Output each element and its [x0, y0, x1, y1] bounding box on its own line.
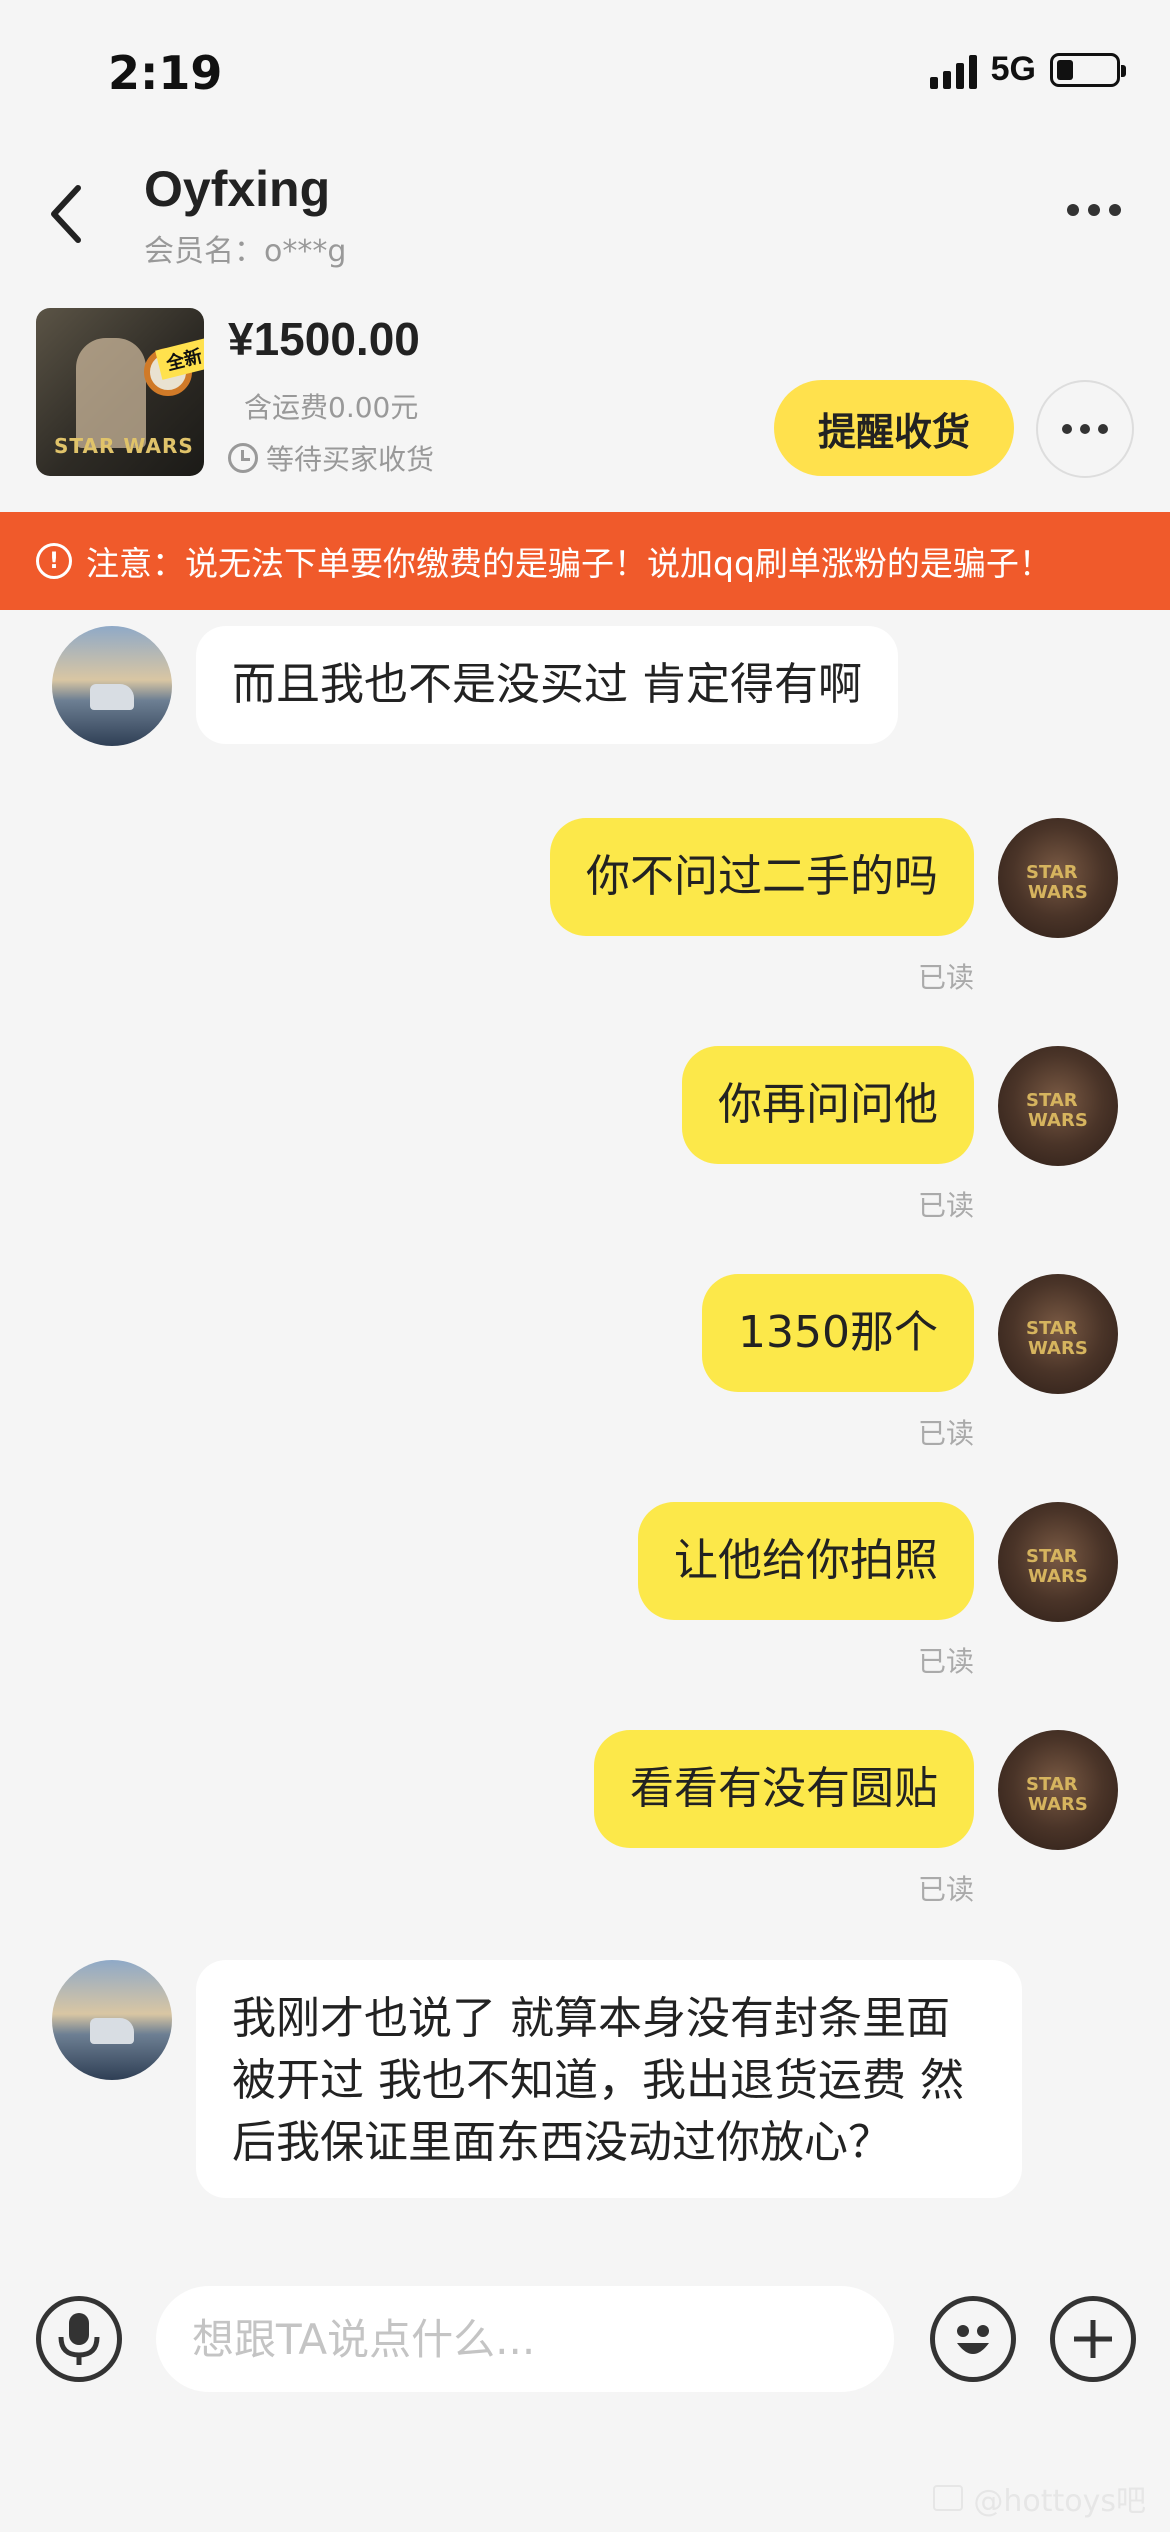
- watermark-icon: [933, 2485, 964, 2511]
- back-button[interactable]: [36, 174, 96, 254]
- alert-circle-icon: !: [36, 543, 72, 579]
- signal-icon: [929, 51, 977, 89]
- avatar-self[interactable]: [998, 1502, 1118, 1622]
- message-bubble-received[interactable]: 我刚才也说了 就算本身没有封条里面被开过 我也不知道，我出退货运费 然后我保证里…: [196, 1960, 1022, 2198]
- message-input[interactable]: [156, 2286, 894, 2392]
- shipping-fee: 含运费0.00元: [244, 391, 419, 424]
- voice-button[interactable]: [36, 2296, 122, 2382]
- message-bubble-sent[interactable]: 看看有没有圆贴: [594, 1730, 974, 1848]
- message-bubble-sent[interactable]: 让他给你拍照: [638, 1502, 974, 1620]
- warning-text: 注意：说无法下单要你缴费的是骗子！说加qq刷单涨粉的是骗子！: [86, 544, 1052, 583]
- scam-warning-banner: ! 注意：说无法下单要你缴费的是骗子！说加qq刷单涨粉的是骗子！: [0, 512, 1170, 610]
- thumb-new-tag: 全新: [155, 338, 204, 380]
- avatar-seller[interactable]: [52, 626, 172, 746]
- chat-user-name[interactable]: Oyfxing: [144, 160, 330, 218]
- read-status: 已读: [917, 1645, 974, 1678]
- avatar-seller[interactable]: [52, 1960, 172, 2080]
- clock-icon: [228, 443, 258, 473]
- avatar-self[interactable]: [998, 1046, 1118, 1166]
- member-name: 会员名：o***g: [144, 234, 347, 269]
- read-status: 已读: [917, 961, 974, 994]
- emoji-button[interactable]: [930, 2296, 1016, 2382]
- more-horizontal-icon: [1062, 424, 1072, 434]
- remind-receipt-button[interactable]: 提醒收货: [774, 380, 1014, 476]
- product-thumbnail[interactable]: 全新 STAR WARS: [36, 308, 204, 476]
- read-status: 已读: [917, 1417, 974, 1450]
- message-bubble-received[interactable]: 而且我也不是没买过 肯定得有啊: [196, 626, 898, 744]
- more-options-button[interactable]: [1054, 180, 1134, 240]
- more-horizontal-icon: [1067, 204, 1079, 216]
- watermark-text: @hottoys吧: [973, 2484, 1146, 2519]
- chevron-left-icon: [51, 185, 81, 243]
- thumb-logo: STAR WARS: [54, 434, 194, 458]
- order-status: 等待买家收货: [228, 438, 434, 478]
- avatar-self[interactable]: [998, 1730, 1118, 1850]
- message-bubble-sent[interactable]: 你再问问他: [682, 1046, 974, 1164]
- add-button[interactable]: [1050, 2296, 1136, 2382]
- chat-input-bar: [0, 2270, 1170, 2410]
- battery-icon: [1050, 52, 1126, 87]
- order-price: ¥1500.00: [228, 313, 420, 365]
- emoji-icon: [957, 2325, 989, 2354]
- watermark: @hottoys吧: [933, 2476, 1146, 2520]
- avatar-self[interactable]: [998, 1274, 1118, 1394]
- order-more-button[interactable]: [1036, 380, 1134, 478]
- order-status-text: 等待买家收货: [266, 443, 435, 476]
- network-label: 5G: [990, 50, 1036, 88]
- message-bubble-sent[interactable]: 1350那个: [702, 1274, 974, 1392]
- read-status: 已读: [917, 1189, 974, 1222]
- avatar-self[interactable]: [998, 818, 1118, 938]
- status-indicators: 5G: [929, 50, 1126, 89]
- status-bar: 2:19 5G: [0, 0, 1170, 150]
- chat-header: Oyfxing 会员名：o***g: [0, 150, 1170, 280]
- read-status: 已读: [917, 1873, 974, 1906]
- order-card[interactable]: 全新 STAR WARS ¥1500.00 含运费0.00元 等待买家收货 提醒…: [0, 300, 1170, 500]
- microphone-icon: [58, 2313, 100, 2365]
- status-time: 2:19: [108, 46, 223, 100]
- message-bubble-sent[interactable]: 你不问过二手的吗: [550, 818, 974, 936]
- plus-icon: [1074, 2320, 1112, 2358]
